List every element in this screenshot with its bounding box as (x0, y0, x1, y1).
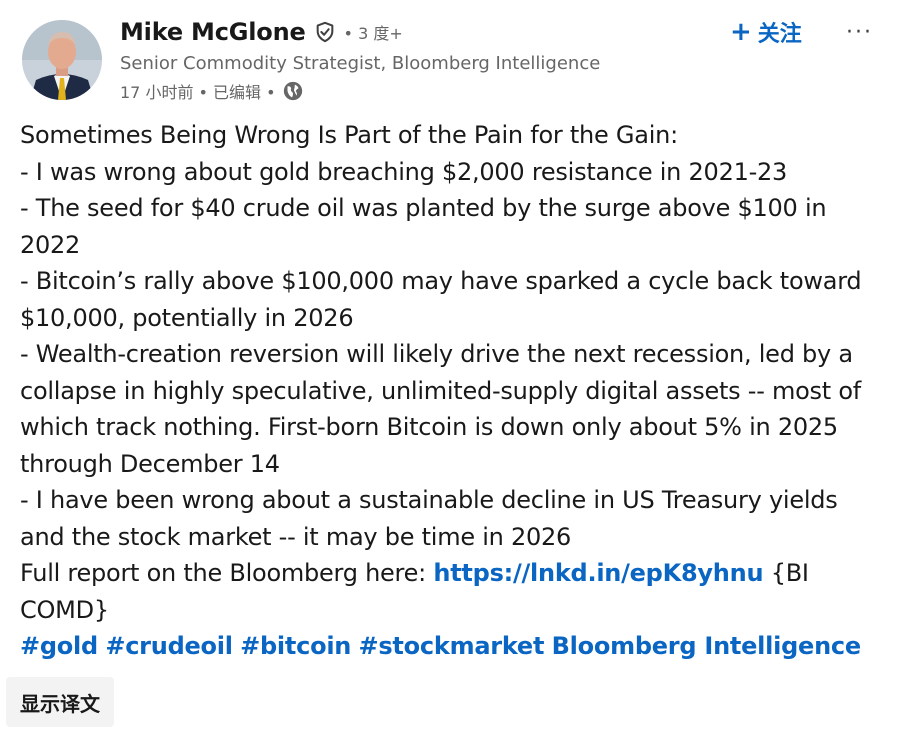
hashtag-bitcoin[interactable]: #bitcoin (240, 632, 351, 660)
report-prefix: Full report on the Bloomberg here: (20, 559, 434, 587)
author-name-row: Mike McGlone • 3 度+ (120, 18, 403, 46)
post-timestamp: 17 小时前 • 已编辑 • (120, 83, 276, 102)
hashtag-line: #gold #crudeoil #bitcoin #stockmarket Bl… (20, 628, 882, 665)
verified-shield-icon (314, 21, 336, 43)
post-line: - Bitcoin’s rally above $100,000 may hav… (20, 267, 862, 295)
post-line: 2022 (20, 230, 81, 259)
post-line: - I have been wrong about a sustainable … (20, 486, 838, 514)
follow-button[interactable]: + 关注 (730, 16, 802, 48)
post-body: Sometimes Being Wrong Is Part of the Pai… (20, 117, 882, 665)
post-line: - I was wrong about gold breaching $2,00… (20, 157, 788, 186)
report-suffix: {BI (763, 559, 809, 587)
author-name[interactable]: Mike McGlone (120, 18, 306, 46)
post-line: collapse in highly speculative, unlimite… (20, 376, 861, 405)
mention-bloomberg-intelligence[interactable]: Bloomberg Intelligence (552, 632, 862, 660)
post-line: $10,000, potentially in 2026 (20, 303, 354, 332)
post-line: Sometimes Being Wrong Is Part of the Pai… (20, 121, 678, 149)
hashtag-gold[interactable]: #gold (20, 632, 98, 660)
linkedin-post: Mike McGlone • 3 度+ Senior Commodity Str… (0, 0, 906, 730)
post-line: - Wealth-creation reversion will likely … (20, 340, 853, 368)
globe-icon (282, 80, 304, 102)
hashtag-stockmarket[interactable]: #stockmarket (359, 632, 545, 660)
more-icon[interactable]: ··· (846, 20, 873, 45)
hashtag-crudeoil[interactable]: #crudeoil (105, 632, 233, 660)
post-line: and the stock market -- it may be time i… (20, 522, 572, 551)
post-meta: 17 小时前 • 已编辑 • (120, 79, 304, 103)
connection-degree: • 3 度+ (343, 24, 403, 43)
author-avatar[interactable] (22, 20, 102, 100)
follow-label: 关注 (757, 22, 802, 47)
plus-icon: + (730, 17, 752, 47)
post-line: which track nothing. First-born Bitcoin … (20, 413, 838, 441)
report-line-2: COMD} (20, 595, 109, 624)
report-link[interactable]: https://lnkd.in/epK8yhnu (433, 559, 763, 587)
show-translation-button[interactable]: 显示译文 (6, 677, 114, 727)
author-headline: Senior Commodity Strategist, Bloomberg I… (120, 53, 601, 74)
report-line: Full report on the Bloomberg here: https… (20, 555, 882, 592)
post-line: through December 14 (20, 449, 280, 478)
post-line: - The seed for $40 crude oil was planted… (20, 194, 827, 222)
